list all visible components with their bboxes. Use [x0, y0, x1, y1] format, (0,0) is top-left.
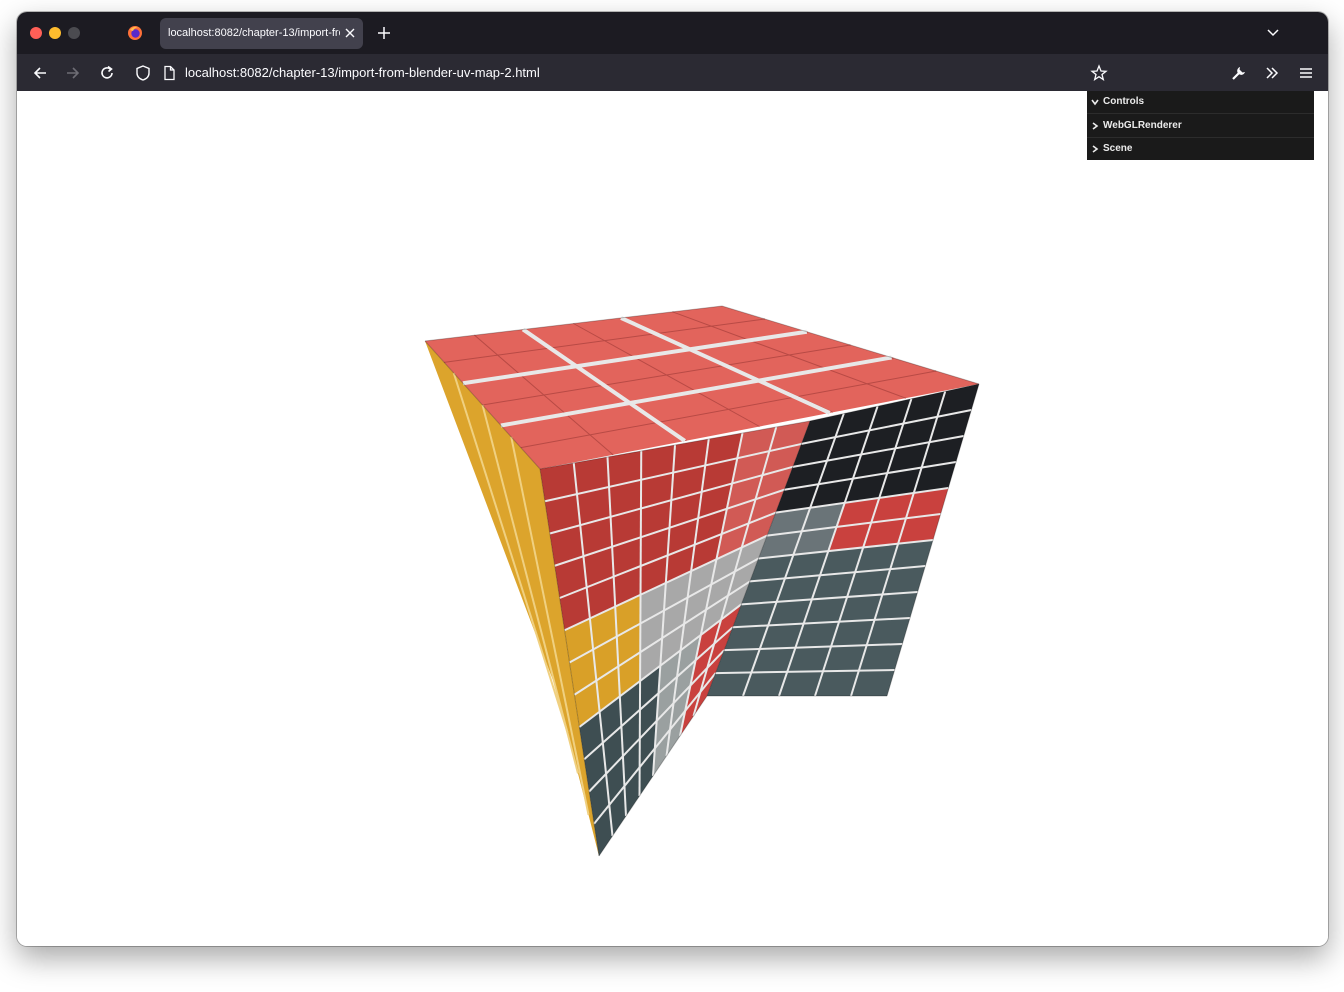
gui-divider — [1087, 113, 1314, 114]
navigation-toolbar: localhost:8082/chapter-13/import-from-bl… — [17, 54, 1328, 91]
gui-folder-controls[interactable]: Controls — [1087, 91, 1314, 113]
chevrons-right-icon[interactable] — [1263, 64, 1281, 82]
reload-icon[interactable] — [98, 64, 116, 82]
dat-gui-panel: Controls WebGLRenderer Scene — [1087, 91, 1314, 160]
close-window-button[interactable] — [30, 27, 42, 39]
back-icon[interactable] — [31, 64, 49, 82]
title-bar: localhost:8082/chapter-13/import-from-bl… — [17, 12, 1328, 54]
uv-mapped-cube[interactable] — [17, 91, 1328, 946]
forward-icon[interactable] — [64, 64, 82, 82]
tab-title: localhost:8082/chapter-13/import-from-bl… — [168, 27, 340, 39]
chevron-right-icon — [1092, 122, 1099, 130]
gui-folder-label: WebGLRenderer — [1103, 120, 1182, 131]
page-info-icon[interactable] — [160, 64, 178, 82]
close-tab-icon[interactable] — [343, 26, 357, 40]
tab-active[interactable]: localhost:8082/chapter-13/import-from-bl… — [160, 18, 363, 49]
url-field[interactable]: localhost:8082/chapter-13/import-from-bl… — [185, 65, 540, 81]
wrench-icon[interactable] — [1230, 64, 1248, 82]
list-all-tabs-icon[interactable] — [1266, 27, 1280, 39]
webgl-viewport[interactable]: Controls WebGLRenderer Scene — [17, 91, 1328, 946]
gui-folder-webglrenderer[interactable]: WebGLRenderer — [1087, 115, 1314, 137]
gui-folder-label: Scene — [1103, 143, 1133, 154]
browser-window: localhost:8082/chapter-13/import-from-bl… — [17, 12, 1328, 946]
minimize-window-button[interactable] — [49, 27, 61, 39]
gui-folder-label: Controls — [1103, 96, 1145, 107]
menu-icon[interactable] — [1297, 64, 1315, 82]
zoom-window-button[interactable] — [68, 27, 80, 39]
new-tab-icon[interactable] — [376, 25, 392, 41]
gui-folder-scene[interactable]: Scene — [1087, 138, 1314, 160]
chevron-down-icon — [1091, 99, 1099, 106]
tracking-protection-icon[interactable] — [134, 64, 152, 82]
bookmark-star-icon[interactable] — [1090, 64, 1108, 82]
chevron-right-icon — [1092, 145, 1099, 153]
firefox-icon — [128, 26, 142, 40]
